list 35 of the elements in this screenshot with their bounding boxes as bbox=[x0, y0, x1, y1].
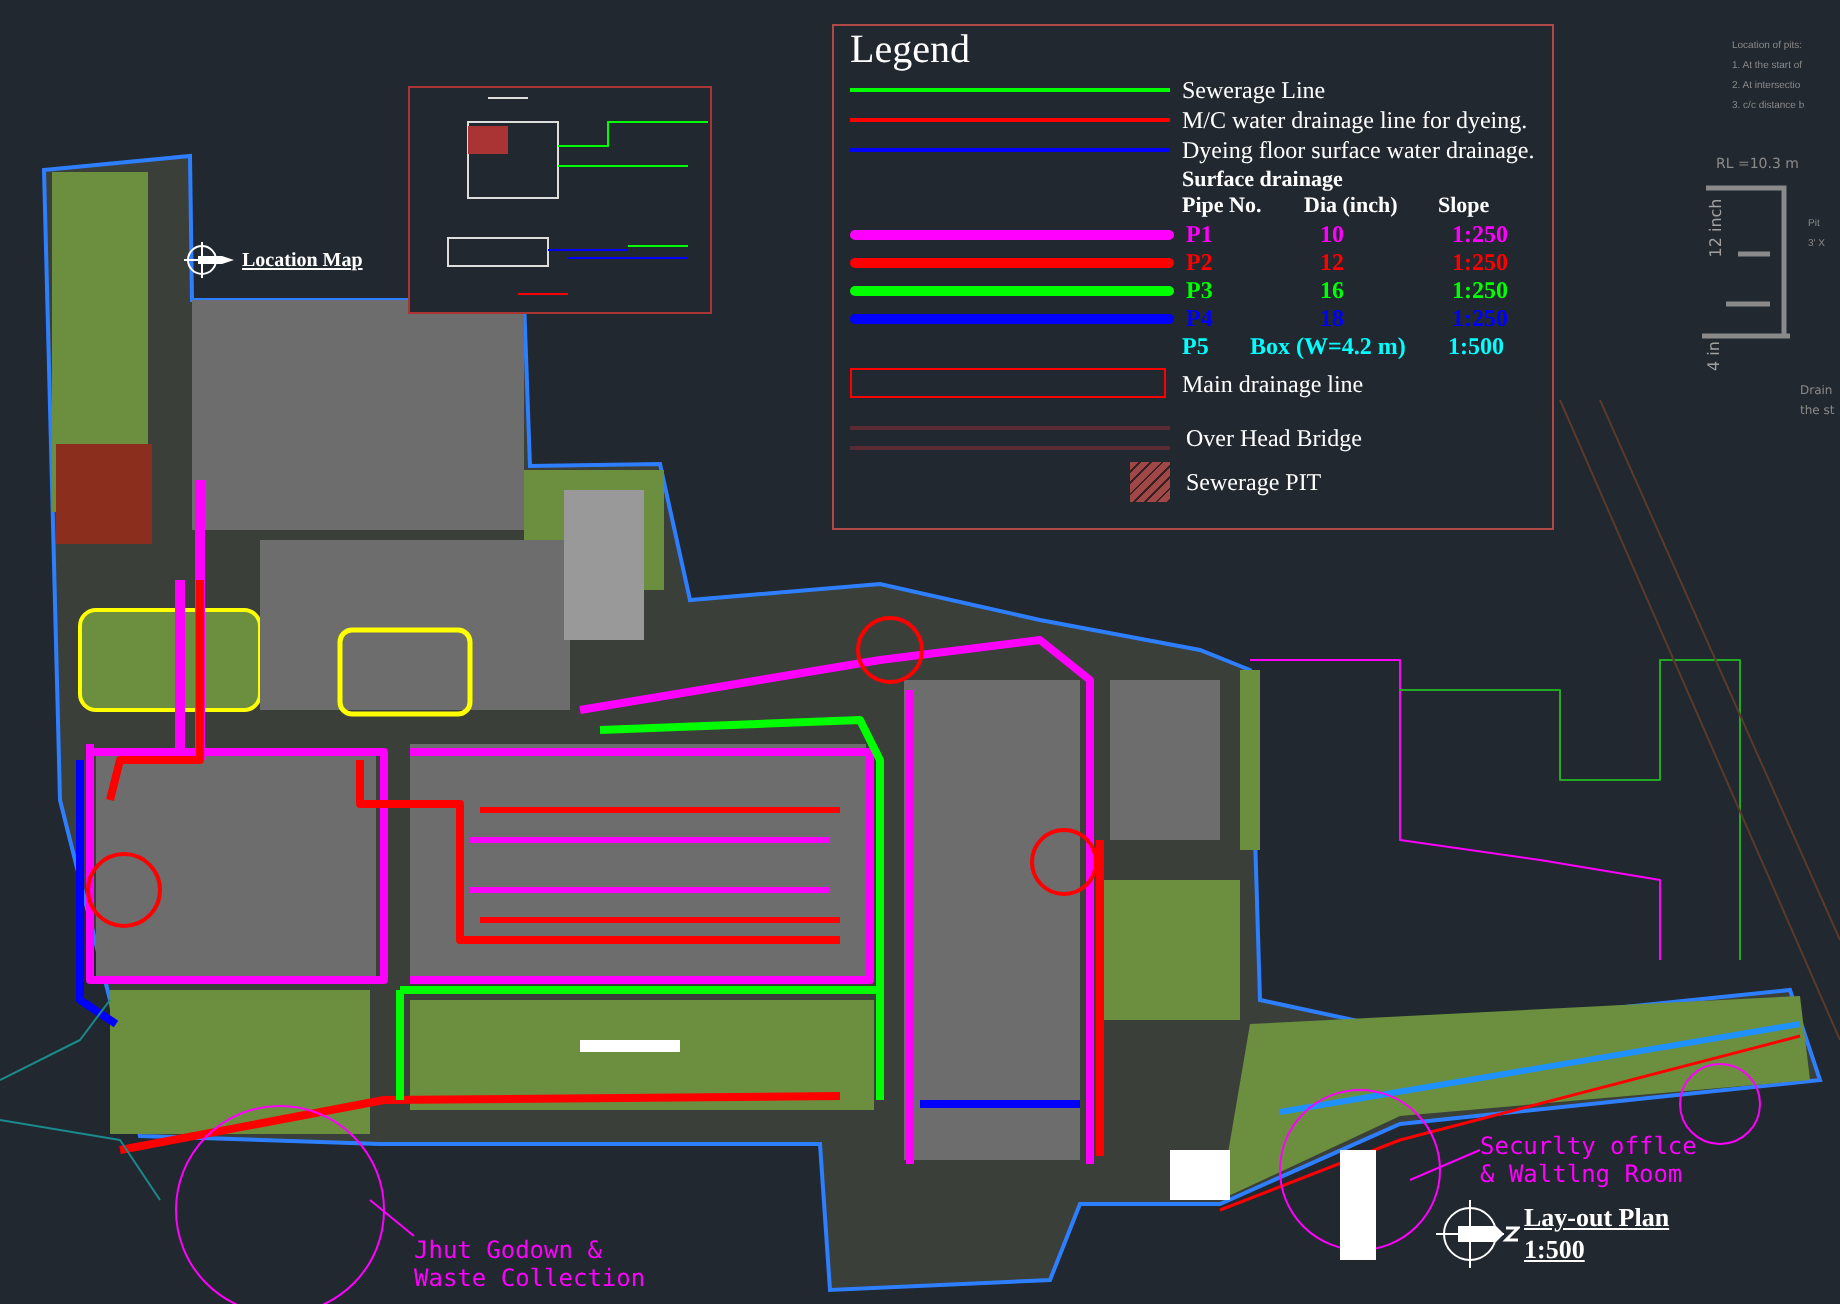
legend-label: Over Head Bridge bbox=[1186, 424, 1362, 452]
pipe-diameter: 10 bbox=[1318, 220, 1346, 248]
legend-label: Sewerage PIT bbox=[1186, 468, 1322, 496]
column-header: Slope bbox=[1438, 194, 1490, 220]
dimension-label: 4 in bbox=[1702, 341, 1725, 371]
location-map-label: Location Map bbox=[242, 247, 363, 275]
legend-heading: Surface drainage bbox=[1182, 168, 1345, 194]
pipe-diameter: Box (W=4.2 m) bbox=[1250, 332, 1408, 360]
area-annotation: & Waltlng Room bbox=[1480, 1160, 1685, 1188]
plan-title: Lay-out Plan bbox=[1524, 1202, 1670, 1234]
pipe-number: P5 bbox=[1182, 332, 1211, 360]
pipe-slope: 1:250 bbox=[1452, 276, 1508, 304]
legend-label: Dyeing floor surface water drainage. bbox=[1182, 135, 1535, 163]
pipe-number: P2 bbox=[1186, 248, 1215, 276]
area-annotation: Securlty offlce bbox=[1480, 1132, 1697, 1160]
dimension-label: 12 inch bbox=[1705, 198, 1728, 258]
column-header: Pipe No. bbox=[1182, 194, 1264, 220]
legend-title: Legend bbox=[850, 28, 972, 72]
pipe-slope: 1:500 bbox=[1448, 332, 1504, 360]
column-header: Dia (inch) bbox=[1304, 194, 1400, 220]
legend-label: Sewerage Line bbox=[1182, 75, 1326, 103]
pipe-slope: 1:250 bbox=[1452, 220, 1508, 248]
pipe-number: P3 bbox=[1186, 276, 1215, 304]
pipe-number: P1 bbox=[1186, 220, 1215, 248]
pipe-slope: 1:250 bbox=[1452, 248, 1508, 276]
pipe-diameter: 18 bbox=[1318, 304, 1346, 332]
legend-label: Main drainage line bbox=[1182, 369, 1364, 397]
plan-scale: 1:500 bbox=[1524, 1234, 1587, 1266]
legend-label: M/C water drainage line for dyeing. bbox=[1182, 105, 1528, 133]
pipe-diameter: 12 bbox=[1318, 248, 1346, 276]
area-annotation: Waste Collection bbox=[414, 1264, 646, 1292]
pipe-number: P4 bbox=[1186, 304, 1215, 332]
area-annotation: Jhut Godown & bbox=[414, 1236, 604, 1264]
pipe-slope: 1:250 bbox=[1452, 304, 1508, 332]
pipe-diameter: 16 bbox=[1318, 276, 1346, 304]
